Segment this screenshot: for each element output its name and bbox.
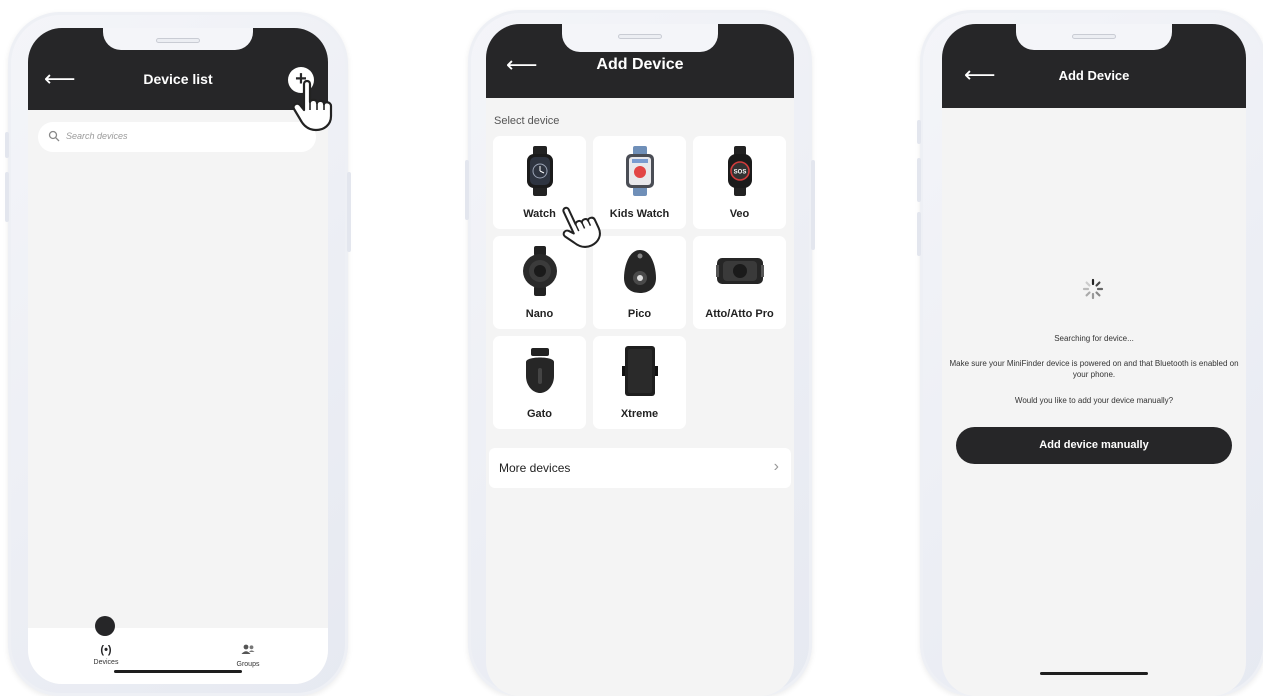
device-tile-label: Pico: [627, 308, 652, 320]
search-placeholder: Search devices: [66, 131, 128, 141]
device-tile-kids-watch[interactable]: Kids Watch: [593, 136, 686, 229]
devices-icon: (•): [100, 644, 112, 656]
speaker-grille: [156, 38, 200, 43]
manual-question: Would you like to add your device manual…: [1014, 396, 1174, 405]
nav-indicator-dot: [95, 616, 115, 636]
phone-side-button: [465, 160, 469, 220]
gato-tracker-icon: [525, 348, 554, 393]
phone-side-button: [347, 172, 351, 252]
nav-label: Devices: [93, 659, 119, 666]
phone-frame-device-list: ⟵ Device list + Search devices (•) Devic…: [5, 12, 351, 696]
speaker-grille: [1072, 34, 1116, 39]
page-title: Device list: [143, 71, 213, 87]
home-indicator: [114, 670, 242, 673]
nav-item-groups[interactable]: Groups: [218, 644, 278, 668]
pico-tracker-icon: [623, 250, 656, 293]
svg-text:SOS: SOS: [733, 170, 746, 176]
device-tile-label: Nano: [525, 308, 554, 320]
phone-side-button: [5, 172, 9, 222]
phone-side-button: [917, 120, 921, 144]
more-devices-row[interactable]: More devices ›: [489, 448, 791, 488]
device-tile-label: Atto/Atto Pro: [705, 308, 774, 320]
device-tile-label: Gato: [526, 408, 553, 420]
chevron-right-icon: ›: [773, 458, 779, 475]
phone-notch: [562, 24, 718, 52]
page-title: Add Device: [1058, 68, 1130, 83]
search-input[interactable]: Search devices: [38, 122, 316, 152]
phone-notch: [103, 28, 253, 50]
device-tile-pico[interactable]: Pico: [593, 236, 686, 329]
device-tile-label: Veo: [729, 208, 750, 220]
atto-tracker-icon: [715, 258, 764, 284]
xtreme-tracker-icon: [621, 346, 658, 396]
add-device-screen: ⟵ Add Device Select device Watch Kids Wa…: [486, 24, 794, 696]
device-tile-xtreme[interactable]: Xtreme: [593, 336, 686, 429]
device-tile-gato[interactable]: Gato: [493, 336, 586, 429]
searching-screen: ⟵ Add Device Searching for device... Mak…: [942, 24, 1246, 696]
nano-tracker-icon: [522, 246, 557, 296]
device-tile-label: Kids Watch: [609, 208, 670, 220]
device-tile-veo[interactable]: SOS Veo: [693, 136, 786, 229]
phone-notch: [1016, 24, 1172, 50]
phone-frame-add-device: ⟵ Add Device Select device Watch Kids Wa…: [465, 10, 815, 696]
phone-frame-searching: ⟵ Add Device Searching for device... Mak…: [917, 10, 1263, 696]
loading-spinner-icon: [1082, 278, 1104, 300]
phone-side-button: [917, 212, 921, 256]
pointing-hand-icon: [562, 206, 601, 248]
phone-side-button: [811, 160, 815, 250]
device-tile-label: Xtreme: [620, 408, 659, 420]
pointing-hand-icon: [292, 79, 333, 132]
groups-icon: [218, 644, 278, 658]
page-title: Add Device: [596, 56, 684, 73]
more-devices-label: More devices: [499, 461, 571, 475]
speaker-grille: [618, 34, 662, 39]
search-icon: [48, 130, 60, 142]
device-list-screen: ⟵ Device list + Search devices (•) Devic…: [28, 28, 328, 684]
searching-status: Searching for device...: [1054, 334, 1134, 343]
kids-watch-icon: [625, 146, 654, 196]
bluetooth-hint: Make sure your MiniFinder device is powe…: [949, 359, 1239, 379]
add-device-manually-button[interactable]: Add device manually: [956, 427, 1232, 464]
phone-side-button: [917, 158, 921, 202]
veo-watch-icon: SOS: [727, 146, 752, 196]
smartwatch-icon: [526, 146, 553, 196]
home-indicator: [1040, 672, 1148, 675]
bottom-navigation: (•) Devices Groups: [28, 628, 328, 684]
phone-side-button: [5, 132, 9, 158]
nav-label: Groups: [236, 661, 260, 668]
nav-item-devices[interactable]: (•) Devices: [76, 644, 136, 666]
section-label: Select device: [494, 115, 560, 127]
device-tile-atto[interactable]: Atto/Atto Pro: [693, 236, 786, 329]
